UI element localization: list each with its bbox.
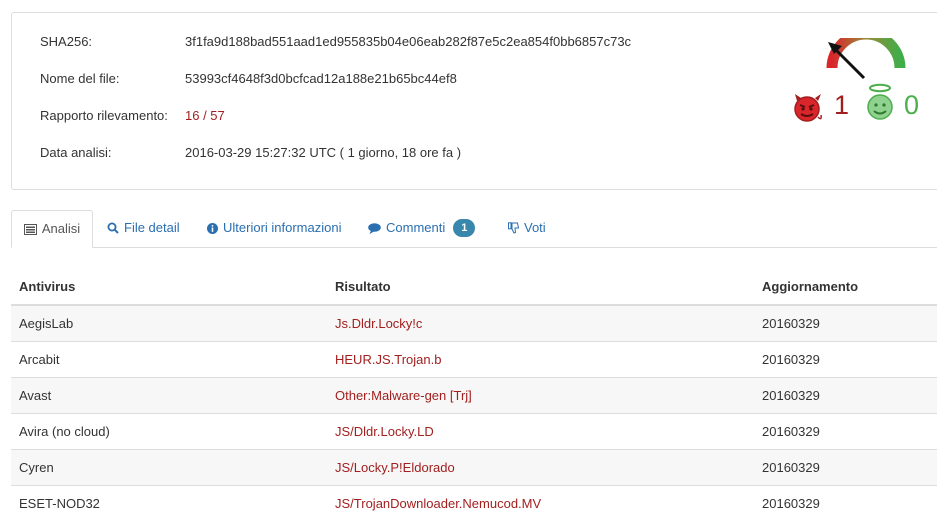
antivirus-name: Arcabit bbox=[11, 342, 327, 378]
header-aggiornamento: Aggiornamento bbox=[754, 268, 937, 305]
detection-result: JS/Dldr.Locky.LD bbox=[327, 414, 754, 450]
tab-voti-label: Voti bbox=[524, 220, 546, 235]
antivirus-name: ESET-NOD32 bbox=[11, 486, 327, 521]
tab-commenti-label: Commenti bbox=[386, 220, 445, 235]
filename-label: Nome del file: bbox=[40, 70, 200, 88]
comments-count-badge: 1 bbox=[453, 219, 475, 237]
sha256-label: SHA256: bbox=[40, 33, 200, 51]
detection-ratio-label: Rapporto rilevamento: bbox=[40, 107, 200, 125]
detection-ratio-value: 16 / 57 bbox=[185, 107, 225, 125]
update-date: 20160329 bbox=[754, 414, 937, 450]
tab-analisi-label: Analisi bbox=[42, 221, 80, 236]
thumbs-down-icon bbox=[508, 222, 519, 234]
update-date: 20160329 bbox=[754, 486, 937, 521]
detection-result: JS/TrojanDownloader.Nemucod.MV bbox=[327, 486, 754, 521]
table-row: AegisLab Js.Dldr.Locky!c 20160329 bbox=[11, 305, 937, 342]
antivirus-name: AegisLab bbox=[11, 305, 327, 342]
sha256-value: 3f1fa9d188bad551aad1ed955835b04e06eab282… bbox=[185, 33, 631, 51]
table-header-row: Antivirus Risultato Aggiornamento bbox=[11, 268, 937, 305]
angel-face-icon bbox=[864, 83, 896, 123]
tab-ulteriori-informazioni-label: Ulteriori informazioni bbox=[223, 220, 341, 235]
magnifier-icon bbox=[107, 222, 119, 234]
tab-bar: Analisi File detail Ulteriori informazio… bbox=[11, 210, 937, 248]
header-risultato: Risultato bbox=[327, 268, 754, 305]
antivirus-name: Avast bbox=[11, 378, 327, 414]
table-row: Avira (no cloud) JS/Dldr.Locky.LD 201603… bbox=[11, 414, 937, 450]
list-icon bbox=[24, 224, 37, 235]
table-row: Cyren JS/Locky.P!Eldorado 20160329 bbox=[11, 450, 937, 486]
tab-ulteriori-informazioni[interactable]: Ulteriori informazioni bbox=[207, 210, 341, 246]
info-circle-icon bbox=[207, 223, 218, 234]
detection-result: HEUR.JS.Trojan.b bbox=[327, 342, 754, 378]
antivirus-name: Avira (no cloud) bbox=[11, 414, 327, 450]
malicious-count: 1 bbox=[834, 90, 849, 120]
table-row: Arcabit HEUR.JS.Trojan.b 20160329 bbox=[11, 342, 937, 378]
harmless-count: 0 bbox=[904, 90, 919, 120]
detection-result: Other:Malware-gen [Trj] bbox=[327, 378, 754, 414]
detection-result: JS/Locky.P!Eldorado bbox=[327, 450, 754, 486]
update-date: 20160329 bbox=[754, 342, 937, 378]
analysis-date-value: 2016-03-29 15:27:32 UTC ( 1 giorno, 18 o… bbox=[185, 144, 461, 162]
detection-result: Js.Dldr.Locky!c bbox=[327, 305, 754, 342]
comment-icon bbox=[368, 223, 381, 234]
gauge-meter-icon bbox=[826, 38, 906, 88]
antivirus-name: Cyren bbox=[11, 450, 327, 486]
tab-commenti[interactable]: Commenti 1 bbox=[368, 210, 475, 246]
devil-face-icon bbox=[791, 93, 823, 123]
update-date: 20160329 bbox=[754, 450, 937, 486]
tab-analisi[interactable]: Analisi bbox=[11, 210, 93, 248]
tab-file-detail[interactable]: File detail bbox=[107, 210, 180, 246]
antivirus-results-table: Antivirus Risultato Aggiornamento AegisL… bbox=[11, 268, 937, 521]
update-date: 20160329 bbox=[754, 305, 937, 342]
tab-file-detail-label: File detail bbox=[124, 220, 180, 235]
table-row: Avast Other:Malware-gen [Trj] 20160329 bbox=[11, 378, 937, 414]
update-date: 20160329 bbox=[754, 378, 937, 414]
filename-value: 53993cf4648f3d0bcfcad12a188e21b65bc44ef8 bbox=[185, 70, 457, 88]
header-antivirus: Antivirus bbox=[11, 268, 327, 305]
tab-voti[interactable]: Voti bbox=[508, 210, 546, 246]
table-row: ESET-NOD32 JS/TrojanDownloader.Nemucod.M… bbox=[11, 486, 937, 521]
analysis-date-label: Data analisi: bbox=[40, 144, 200, 162]
